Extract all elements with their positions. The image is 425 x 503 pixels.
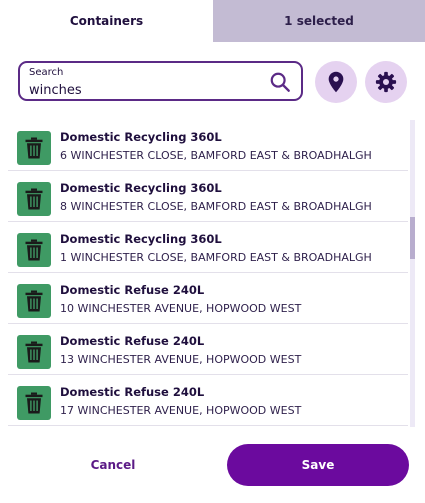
gear-icon [375,71,397,93]
container-address: 1 WINCHESTER CLOSE, BAMFORD EAST & BROAD… [60,251,372,264]
search-value[interactable]: winches [29,83,82,98]
container-title: Domestic Refuse 240L [60,283,205,297]
trash-icon [25,188,43,210]
container-address: 13 WINCHESTER AVENUE, HOPWOOD WEST [60,353,302,366]
settings-button[interactable] [365,61,407,103]
container-title: Domestic Refuse 240L [60,385,205,399]
bin-tile [17,233,51,267]
bin-tile [17,386,51,420]
container-row[interactable]: Domestic Recycling 360L 8 WINCHESTER CLOS… [8,171,408,222]
container-address: 17 WINCHESTER AVENUE, HOPWOOD WEST [60,404,302,417]
trash-icon [25,290,43,312]
container-address: 8 WINCHESTER CLOSE, BAMFORD EAST & BROAD… [60,200,372,213]
container-row[interactable]: Domestic Recycling 360L 1 WINCHESTER CLOS… [8,222,408,273]
trash-icon [25,392,43,414]
scrollbar-thumb[interactable] [410,217,415,259]
tab-containers[interactable]: Containers [0,0,213,42]
bin-tile [17,284,51,318]
bin-tile [17,335,51,369]
container-row[interactable]: Domestic Refuse 240L 13 WINCHESTER AVENUE… [8,324,408,375]
container-address: 10 WINCHESTER AVENUE, HOPWOOD WEST [60,302,302,315]
scrollbar[interactable] [410,120,415,427]
container-list[interactable]: Domestic Recycling 360L 6 WINCHESTER CLOS… [8,120,408,427]
search-label: Search [29,67,64,78]
container-row[interactable]: Domestic Refuse 240L 10 WINCHESTER AVENUE… [8,273,408,324]
container-row[interactable]: Domestic Recycling 360L 6 WINCHESTER CLOS… [8,120,408,171]
location-button[interactable] [315,61,357,103]
container-address: 6 WINCHESTER CLOSE, BAMFORD EAST & BROAD… [60,149,372,162]
bin-tile [17,182,51,216]
tab-selected[interactable]: 1 selected [213,0,425,42]
trash-icon [25,137,43,159]
container-row[interactable]: Domestic Refuse 240L 17 WINCHESTER AVENUE… [8,375,408,426]
trash-icon [25,341,43,363]
map-pin-icon [328,71,344,93]
save-button[interactable]: Save [227,444,409,486]
tab-bar: Containers 1 selected [0,0,425,42]
container-title: Domestic Refuse 240L [60,334,205,348]
cancel-button[interactable]: Cancel [63,444,163,486]
container-title: Domestic Recycling 360L [60,232,222,246]
bin-tile [17,131,51,165]
container-title: Domestic Recycling 360L [60,181,222,195]
search-icon[interactable] [269,71,291,93]
search-input[interactable]: Search winches [18,61,303,101]
container-title: Domestic Recycling 360L [60,130,222,144]
trash-icon [25,239,43,261]
